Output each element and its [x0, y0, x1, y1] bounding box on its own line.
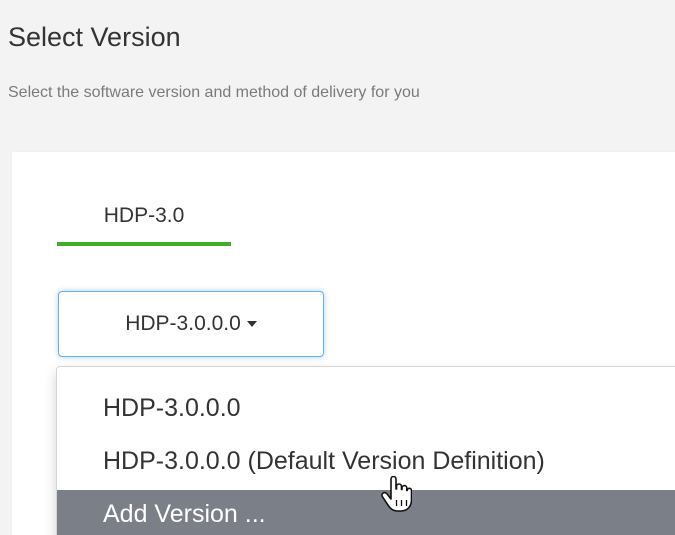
version-select-button[interactable]: HDP-3.0.0.0: [58, 291, 324, 357]
tab-hdp-3-0[interactable]: HDP-3.0: [57, 200, 231, 246]
dropdown-item-default-version-definition[interactable]: HDP-3.0.0.0 (Default Version Definition): [57, 437, 675, 485]
select-version-page: Select Version Select the software versi…: [0, 0, 675, 535]
hand-pointer-icon: [381, 476, 412, 512]
page-title: Select Version: [8, 22, 181, 52]
tab-label: HDP-3.0: [103, 204, 185, 227]
caret-down-icon: [246, 321, 257, 327]
page-subtitle: Select the software version and method o…: [8, 84, 420, 101]
dropdown-item-add-version[interactable]: Add Version ...: [57, 490, 675, 535]
dropdown-item-hdp-3-0-0-0[interactable]: HDP-3.0.0.0: [57, 384, 675, 432]
active-tab-indicator: [57, 242, 231, 246]
version-dropdown-menu: HDP-3.0.0.0 HDP-3.0.0.0 (Default Version…: [56, 366, 675, 535]
version-select-label: HDP-3.0.0.0: [125, 312, 241, 335]
